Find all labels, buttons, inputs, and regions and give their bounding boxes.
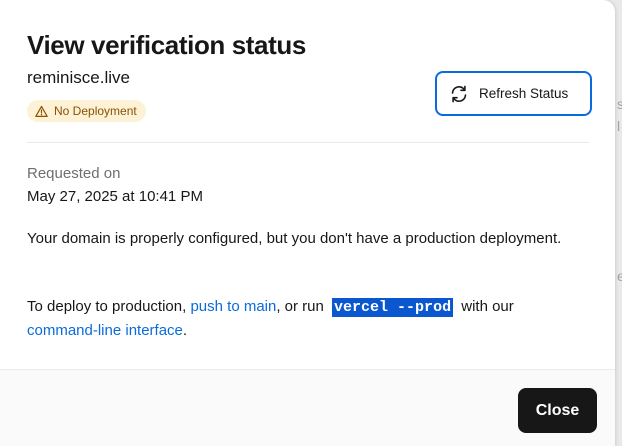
modal-title: View verification status [27,30,306,60]
background-fragment: l [617,118,621,134]
cli-command: vercel --prod [332,298,454,317]
close-button[interactable]: Close [518,388,597,433]
divider [27,142,589,143]
verification-status-modal: View verification status reminisce.live … [0,0,615,446]
deploy-instructions: To deploy to production, push to main, o… [27,296,587,342]
status-badge: No Deployment [27,100,146,122]
background-fragment: s [617,96,622,112]
deploy-middle-text: , or run [276,298,324,315]
deploy-after-text: with our [461,298,514,315]
refresh-icon [451,85,467,102]
background-fragment: e [617,268,622,284]
refresh-status-label: Refresh Status [479,86,569,101]
requested-on-label: Requested on [27,165,121,182]
requested-date: May 27, 2025 at 10:41 PM [27,188,203,205]
deploy-prefix-text: To deploy to production, [27,298,191,315]
push-to-main-link[interactable]: push to main [190,298,276,315]
configuration-message: Your domain is properly configured, but … [27,230,562,247]
warning-icon [35,105,48,117]
refresh-status-button[interactable]: Refresh Status [435,71,592,116]
domain-name: reminisce.live [27,68,130,87]
deploy-end-text: . [182,321,188,339]
status-badge-label: No Deployment [54,104,137,118]
cli-link[interactable]: command-line interface [27,322,183,339]
